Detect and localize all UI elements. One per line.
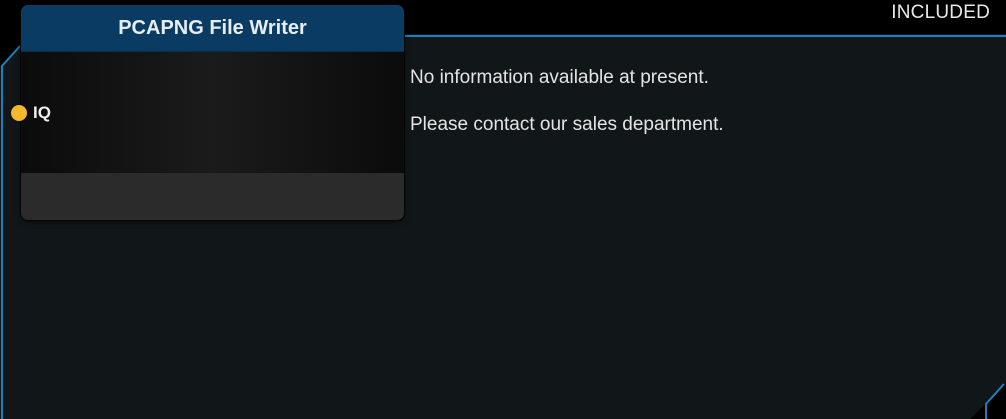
node-footer <box>21 173 404 220</box>
node-body <box>21 52 404 173</box>
port-label: IQ <box>33 103 51 122</box>
info-text-line-1: No information available at present. <box>410 67 709 88</box>
node-header[interactable]: PCAPNG File Writer <box>21 5 404 52</box>
info-text-line-2: Please contact our sales department. <box>410 114 724 135</box>
included-status-label: INCLUDED <box>891 2 990 23</box>
node-title: PCAPNG File Writer <box>118 16 307 39</box>
input-port-iq[interactable]: IQ <box>11 103 51 123</box>
pcapng-file-writer-node[interactable]: PCAPNG File Writer <box>21 5 404 220</box>
port-connector-dot-icon[interactable] <box>11 105 27 121</box>
